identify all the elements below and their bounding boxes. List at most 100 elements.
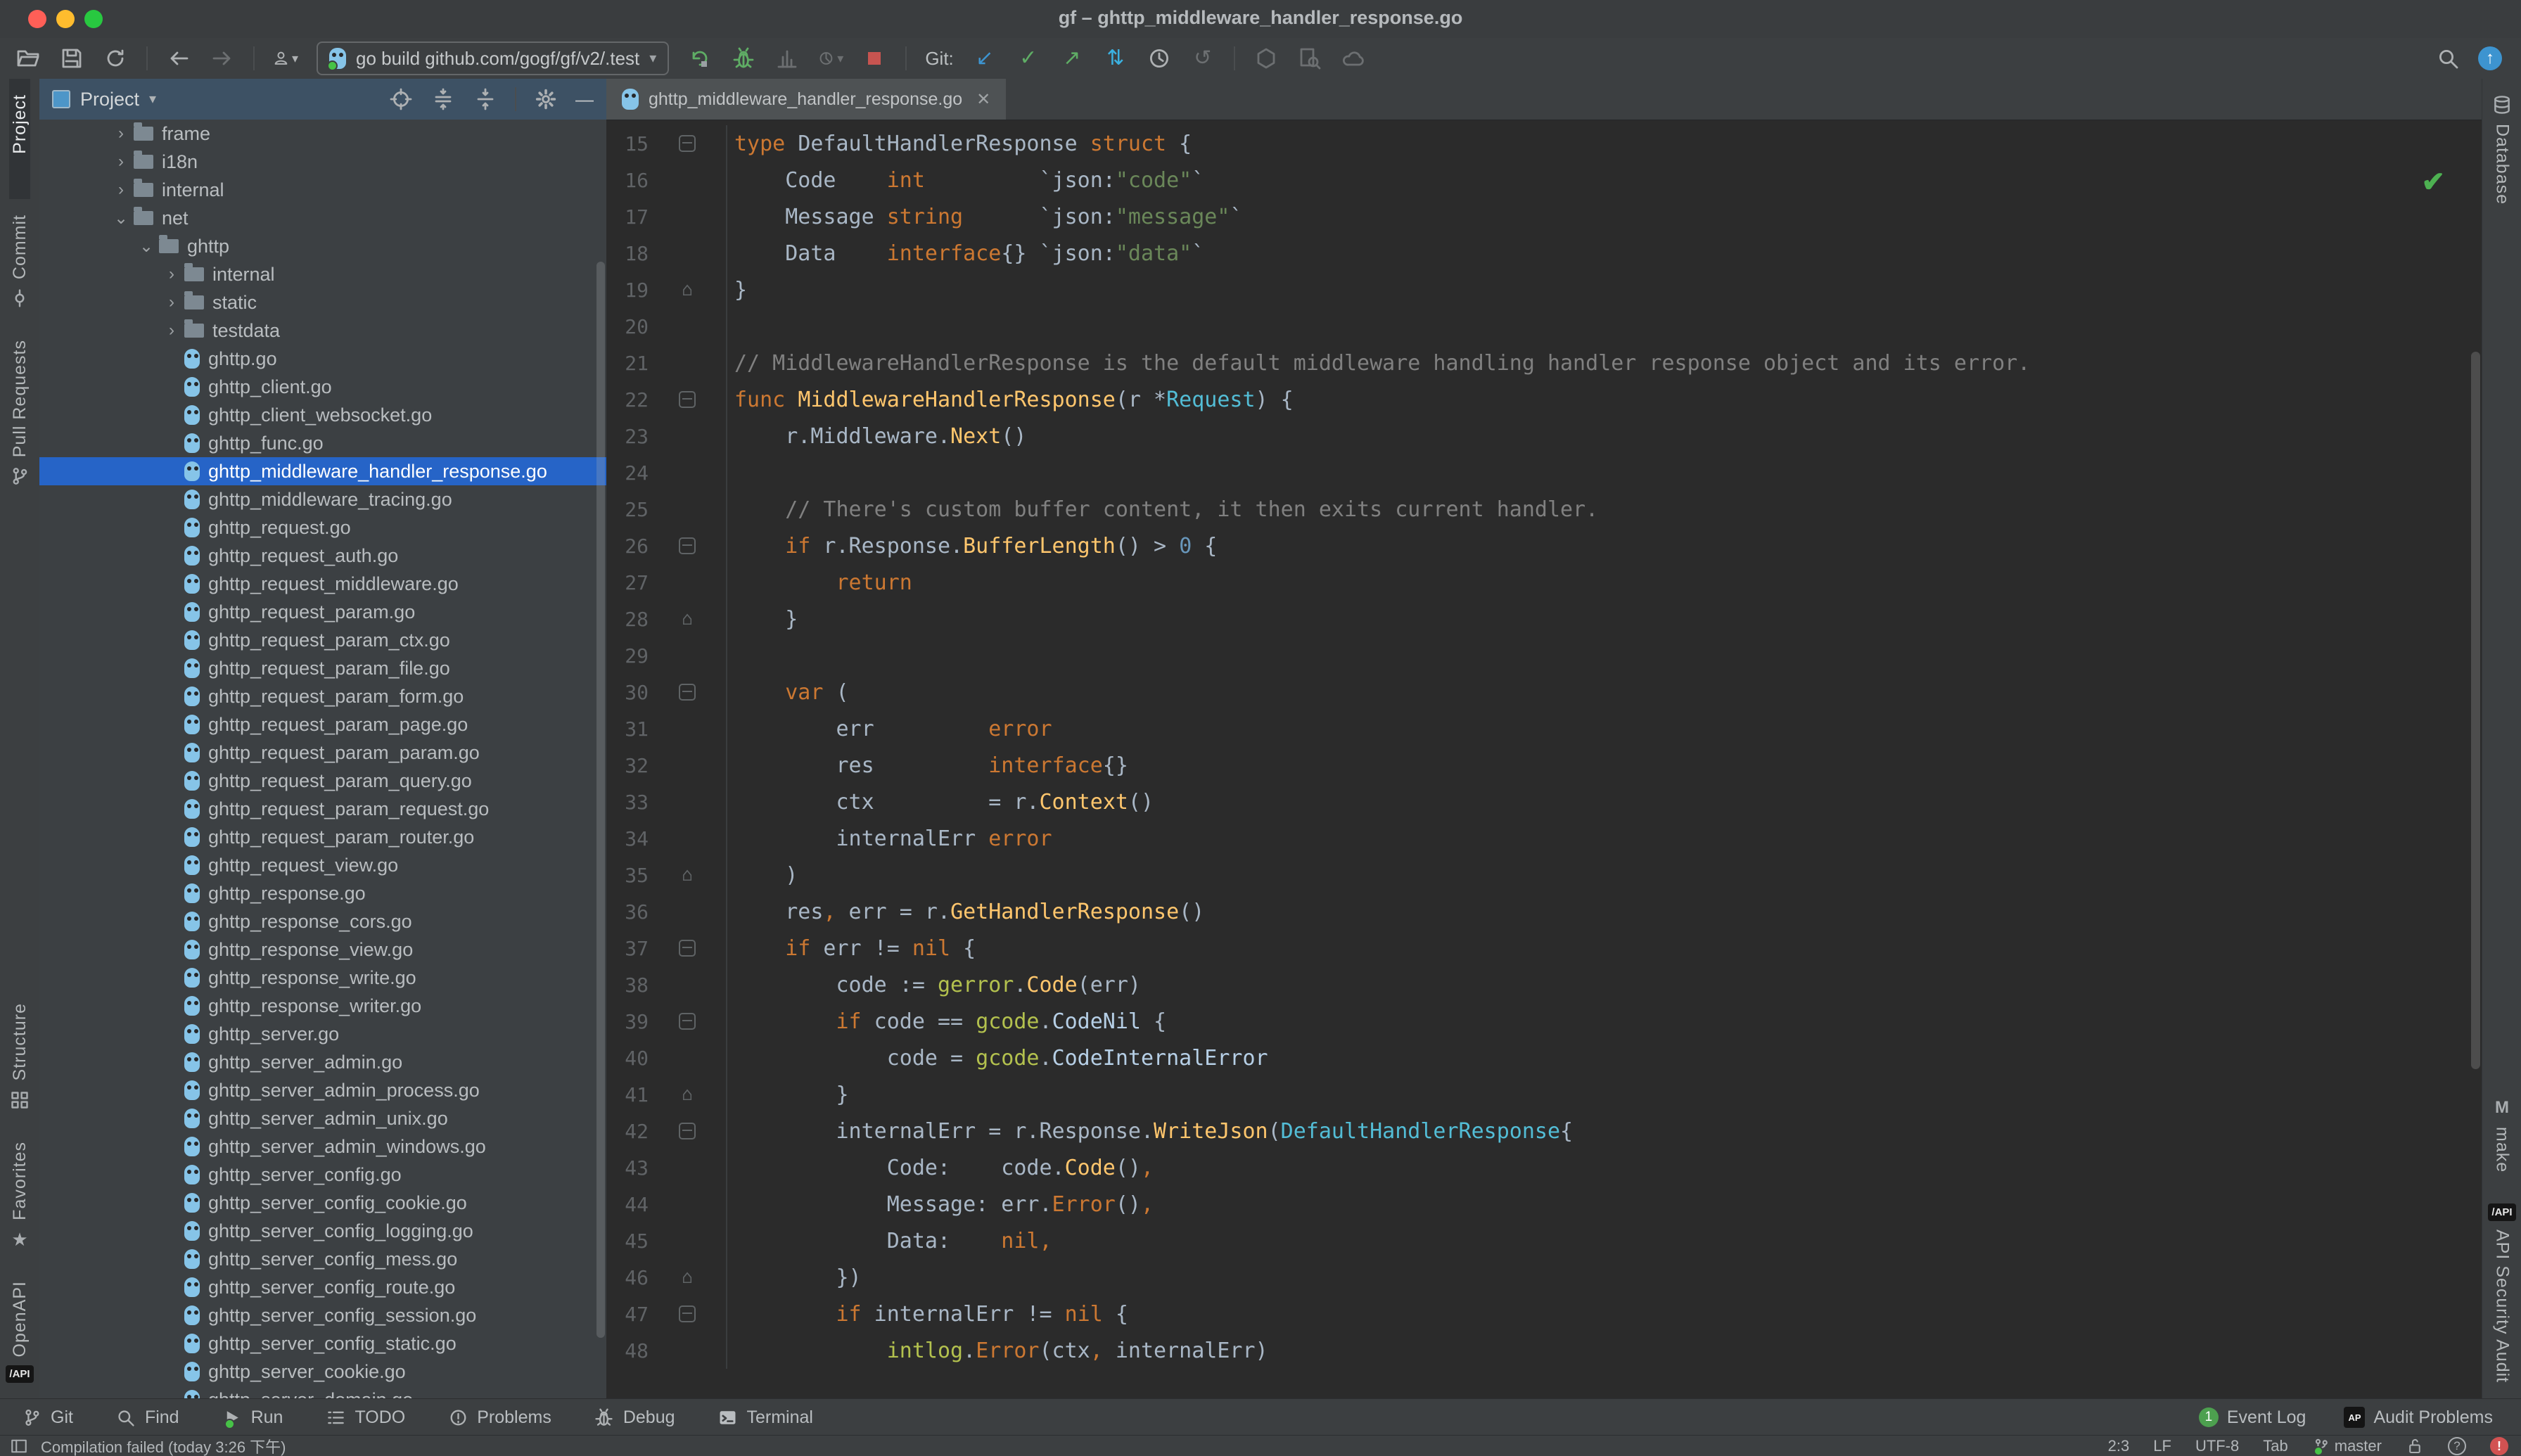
tree-file-ghttp_server_config_cookie.go[interactable]: ghttp_server_config_cookie.go [39,1189,606,1217]
tree-file-ghttp_server_config_logging.go[interactable]: ghttp_server_config_logging.go [39,1217,606,1245]
git-diff-icon[interactable]: ⇅ [1103,46,1128,71]
tree-folder-frame[interactable]: ›frame [39,120,606,148]
fold-start-icon[interactable] [679,1123,696,1139]
code-line-48[interactable]: 48 intlog.Error(ctx, internalErr) [606,1332,2482,1369]
code-line-32[interactable]: 32 res interface{} [606,747,2482,784]
code-line-46[interactable]: 46⌂ }) [606,1259,2482,1296]
tree-file-ghttp_middleware_handler_response.go[interactable]: ghttp_middleware_handler_response.go [39,457,606,485]
sync-icon[interactable] [103,46,128,71]
tree-folder-testdata[interactable]: ›testdata [39,317,606,345]
status-caret-position[interactable]: 2:3 [2108,1437,2130,1455]
fold-start-icon[interactable] [679,391,696,408]
tree-file-ghttp_request_param_request.go[interactable]: ghttp_request_param_request.go [39,795,606,823]
chevron-right-icon[interactable]: › [159,321,184,340]
tool-tab-database[interactable]: Database [2491,79,2513,220]
tree-file-ghttp_server_config_static.go[interactable]: ghttp_server_config_static.go [39,1329,606,1358]
code-line-25[interactable]: 25 // There's custom buffer content, it … [606,491,2482,528]
locate-icon[interactable] [388,87,414,112]
chevron-right-icon[interactable]: › [159,293,184,312]
toolwindow-button-problems[interactable]: Problems [447,1407,551,1428]
back-icon[interactable] [166,46,191,71]
code-line-29[interactable]: 29 [606,637,2482,674]
chevron-right-icon[interactable]: › [159,264,184,284]
debug-icon[interactable] [731,46,756,71]
tree-file-ghttp_middleware_tracing.go[interactable]: ghttp_middleware_tracing.go [39,485,606,513]
chevron-right-icon[interactable]: › [108,152,134,172]
status-indent[interactable]: Tab [2263,1437,2287,1455]
toolwindow-button-debug[interactable]: Debug [594,1407,675,1428]
help-icon[interactable]: ? [2448,1437,2466,1455]
code-line-35[interactable]: 35⌂ ) [606,857,2482,893]
code-line-44[interactable]: 44 Message: err.Error(), [606,1186,2482,1222]
tool-tab-openapi[interactable]: OpenAPI/API [6,1265,33,1398]
toolwindow-button-audit-problems[interactable]: APAudit Problems [2344,1407,2493,1428]
code-line-22[interactable]: 22func MiddlewareHandlerResponse(r *Requ… [606,381,2482,418]
tree-file-ghttp_client.go[interactable]: ghttp_client.go [39,373,606,401]
stop-icon[interactable] [862,46,887,71]
chevron-down-icon[interactable]: ▾ [149,92,156,106]
code-line-28[interactable]: 28⌂ } [606,601,2482,637]
tree-file-ghttp_response_write.go[interactable]: ghttp_response_write.go [39,964,606,992]
fold-end-icon[interactable]: ⌂ [682,866,693,884]
tree-file-ghttp_server_config_route.go[interactable]: ghttp_server_config_route.go [39,1273,606,1301]
git-update-icon[interactable]: ↙ [972,46,997,71]
fold-start-icon[interactable] [679,537,696,554]
code-line-26[interactable]: 26 if r.Response.BufferLength() > 0 { [606,528,2482,564]
save-icon[interactable] [59,46,84,71]
toolwindow-button-git[interactable]: Git [21,1407,73,1428]
chevron-down-icon[interactable]: ▾ [292,52,298,65]
tree-file-ghttp_request_param_form.go[interactable]: ghttp_request_param_form.go [39,682,606,710]
tree-file-ghttp_request_middleware.go[interactable]: ghttp_request_middleware.go [39,570,606,598]
hide-icon[interactable]: — [575,90,594,108]
history-icon[interactable] [1147,46,1172,71]
gear-icon[interactable] [533,87,559,112]
code-line-31[interactable]: 31 err error [606,710,2482,747]
chevron-down-icon[interactable]: ▾ [837,52,843,65]
code-line-20[interactable]: 20 [606,308,2482,345]
lock-icon[interactable] [2406,1437,2424,1455]
code-line-17[interactable]: 17 Message string `json:"message"` [606,198,2482,235]
fold-end-icon[interactable]: ⌂ [682,610,693,628]
code-line-15[interactable]: 15type DefaultHandlerResponse struct { [606,125,2482,162]
tree-file-ghttp_server_cookie.go[interactable]: ghttp_server_cookie.go [39,1358,606,1386]
profile-icon[interactable]: ▾ [273,46,298,71]
fold-end-icon[interactable]: ⌂ [682,1085,693,1104]
status-encoding[interactable]: UTF-8 [2195,1437,2239,1455]
toolwindow-button-terminal[interactable]: Terminal [717,1407,813,1428]
fold-start-icon[interactable] [679,1013,696,1030]
chevron-right-icon[interactable]: › [108,124,134,143]
tree-file-ghttp_request_param_ctx.go[interactable]: ghttp_request_param_ctx.go [39,626,606,654]
tree-file-ghttp_response_writer.go[interactable]: ghttp_response_writer.go [39,992,606,1020]
project-scrollbar[interactable] [596,262,605,1338]
chevron-right-icon[interactable]: › [108,180,134,200]
code-line-24[interactable]: 24 [606,454,2482,491]
tree-file-ghttp_server_config_session.go[interactable]: ghttp_server_config_session.go [39,1301,606,1329]
code-line-38[interactable]: 38 code := gerror.Code(err) [606,966,2482,1003]
toolwindow-button-run[interactable]: Run [222,1407,283,1428]
tree-file-ghttp_request_param_page.go[interactable]: ghttp_request_param_page.go [39,710,606,739]
code-line-47[interactable]: 47 if internalErr != nil { [606,1296,2482,1332]
code-line-40[interactable]: 40 code = gcode.CodeInternalError [606,1040,2482,1076]
tree-file-ghttp_request_param_file.go[interactable]: ghttp_request_param_file.go [39,654,606,682]
run-configuration-select[interactable]: go build github.com/gogf/gf/v2/.test▾ [317,41,669,75]
fold-start-icon[interactable] [679,135,696,152]
error-indicator-icon[interactable]: ! [2490,1437,2508,1455]
tool-tab-make[interactable]: Mmake [2491,1082,2513,1188]
code-line-45[interactable]: 45 Data: nil, [606,1222,2482,1259]
code-line-27[interactable]: 27 return [606,564,2482,601]
search-icon[interactable] [2435,46,2461,71]
code-line-33[interactable]: 33 ctx = r.Context() [606,784,2482,820]
editor-scrollbar[interactable] [2471,352,2480,1069]
git-commit-icon[interactable]: ✓ [1016,46,1041,71]
code-line-43[interactable]: 43 Code: code.Code(), [606,1149,2482,1186]
fold-end-icon[interactable]: ⌂ [682,1268,693,1286]
toolwindow-button-event-log[interactable]: 1Event Log [2199,1407,2306,1428]
tree-file-ghttp_response_view.go[interactable]: ghttp_response_view.go [39,935,606,964]
close-tab-icon[interactable]: ✕ [976,89,990,110]
code-line-41[interactable]: 41⌂ } [606,1076,2482,1113]
inspection-ok-icon[interactable]: ✔ [2421,166,2445,198]
editor-tab[interactable]: ghttp_middleware_handler_response.go ✕ [606,79,1006,120]
chevron-down-icon[interactable]: ⌄ [108,208,134,229]
tree-file-ghttp_client_websocket.go[interactable]: ghttp_client_websocket.go [39,401,606,429]
tree-folder-internal[interactable]: ›internal [39,260,606,288]
